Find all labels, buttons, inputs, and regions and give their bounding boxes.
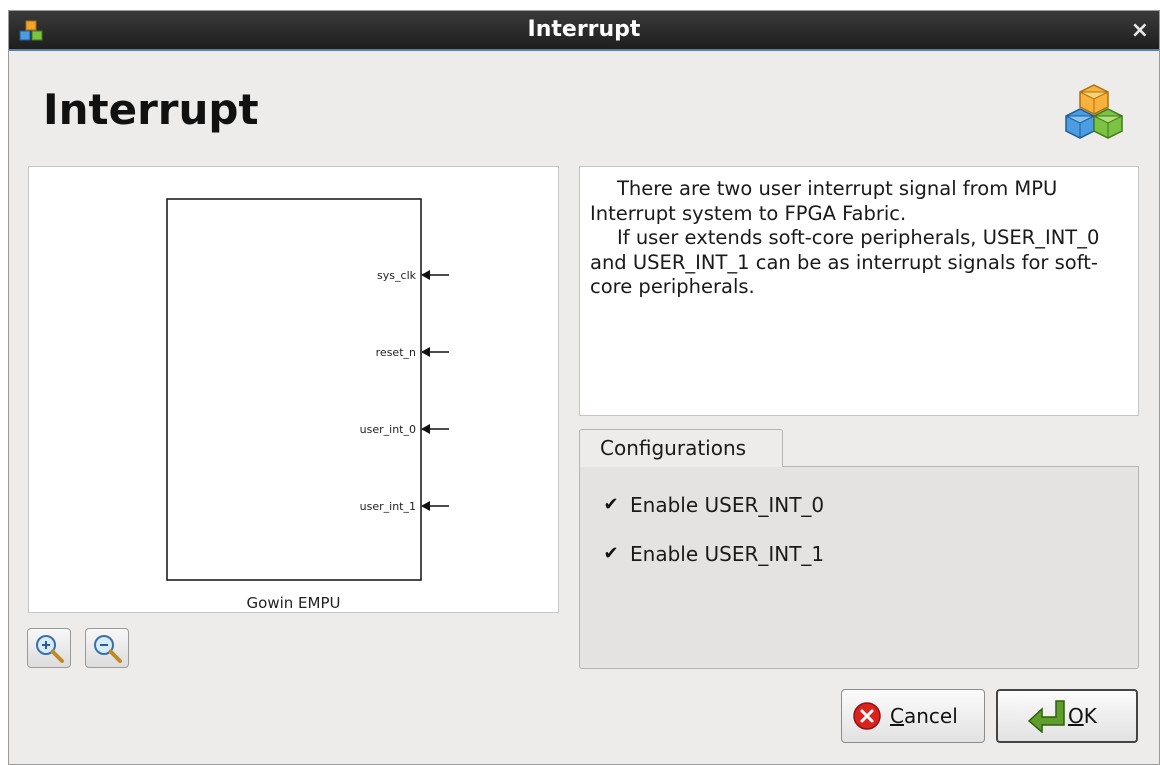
checkbox-checked-icon[interactable]: ✔ (602, 496, 620, 514)
module-diagram-preview[interactable]: sys_clk reset_n user_int_0 user_int_1 Gowin… (28, 166, 559, 613)
cancel-button[interactable]: Cancel (841, 689, 985, 743)
enable-user-int-0-option[interactable]: ✔ Enable USER_INT_0 (602, 492, 824, 518)
checkbox-checked-icon[interactable]: ✔ (602, 545, 620, 563)
tab-configurations[interactable]: Configurations (579, 429, 783, 467)
port-label: user_int_1 (360, 500, 416, 513)
zoom-in-button[interactable] (27, 628, 71, 668)
port-sys-clk: sys_clk (377, 269, 449, 282)
port-arrow-icon (421, 270, 430, 280)
cubes-icon (1065, 84, 1123, 139)
module-block (166, 198, 422, 581)
description-paragraph: There are two user interrupt signal from… (590, 177, 1058, 225)
title-bar[interactable]: Interrupt × (9, 11, 1159, 51)
module-name-label: Gowin EMPU (246, 594, 341, 612)
port-label: sys_clk (377, 269, 417, 282)
description-text-area[interactable]: There are two user interrupt signal from… (579, 166, 1139, 416)
port-label: user_int_0 (360, 423, 416, 436)
close-icon[interactable]: × (1131, 11, 1149, 51)
port-arrow-icon (421, 347, 430, 357)
cancel-icon (853, 702, 881, 730)
port-user-int-0: user_int_0 (360, 423, 449, 436)
page-title: Interrupt (43, 85, 259, 134)
module-diagram: sys_clk reset_n user_int_0 user_int_1 (166, 198, 449, 581)
zoom-in-icon (36, 635, 64, 663)
enable-user-int-1-option[interactable]: ✔ Enable USER_INT_1 (602, 541, 824, 567)
configurations-panel: ✔ Enable USER_INT_0 ✔ Enable USER_INT_1 (579, 466, 1139, 669)
enable-user-int-0-label: Enable USER_INT_0 (630, 493, 825, 517)
zoom-out-icon (94, 635, 122, 663)
description-paragraph: If user extends soft-core peripherals, U… (590, 226, 1100, 298)
window-title: Interrupt (527, 17, 641, 42)
ok-button-label: OK (1068, 704, 1097, 728)
port-user-int-1: user_int_1 (360, 500, 449, 513)
port-arrow-icon (421, 424, 430, 434)
cancel-button-label: Cancel (890, 704, 958, 728)
ok-button[interactable]: OK (996, 689, 1138, 743)
dialog-window: Interrupt × Interrupt sys_clk reset_nuser… (8, 10, 1160, 765)
enable-user-int-1-label: Enable USER_INT_1 (630, 542, 825, 566)
port-reset-n: reset_n (376, 346, 449, 359)
zoom-out-button[interactable] (85, 628, 129, 668)
port-arrow-icon (421, 501, 430, 511)
ok-arrow-icon (1027, 700, 1065, 733)
port-label: reset_n (376, 346, 416, 359)
